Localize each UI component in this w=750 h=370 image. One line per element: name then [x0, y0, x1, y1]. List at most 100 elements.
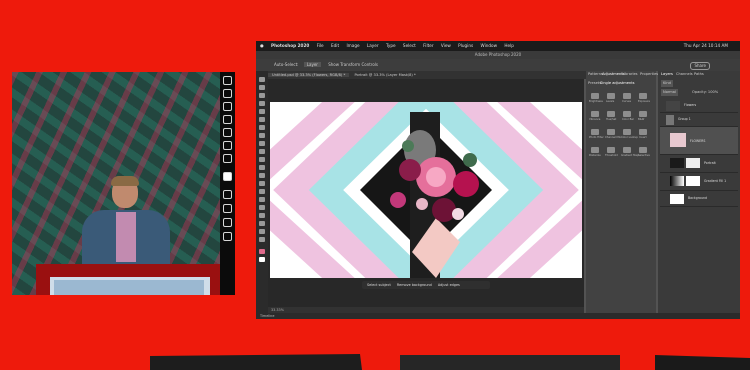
- frame-tool-icon[interactable]: [259, 117, 265, 122]
- apple-menu-icon[interactable]: ●: [260, 43, 264, 48]
- type-icon[interactable]: [223, 102, 232, 111]
- brush-icon[interactable]: [223, 76, 232, 85]
- layers-icon[interactable]: [223, 218, 232, 227]
- adjust-edges-button[interactable]: Adjust edges: [438, 283, 460, 287]
- menu-edit[interactable]: Edit: [331, 43, 339, 48]
- remove-background-button[interactable]: Remove background: [397, 283, 432, 287]
- color-lookup-icon[interactable]: [623, 129, 631, 135]
- menu-plugins[interactable]: Plugins: [458, 43, 473, 48]
- quick-select-tool-icon[interactable]: [259, 101, 265, 106]
- artwork-canvas[interactable]: [270, 102, 582, 278]
- color-balance-icon[interactable]: [623, 111, 631, 117]
- black-white-icon[interactable]: [639, 111, 647, 117]
- menu-layer[interactable]: Layer: [367, 43, 379, 48]
- share-button[interactable]: Share: [690, 62, 710, 70]
- layer-row[interactable]: Gradient Fill 1: [660, 173, 738, 191]
- opacity-field[interactable]: Opacity: 100%: [692, 89, 718, 96]
- gradient-tool-icon[interactable]: [259, 173, 265, 178]
- zoom-icon[interactable]: [223, 154, 232, 163]
- layer-row[interactable]: Portrait: [660, 155, 738, 173]
- path-icon[interactable]: [223, 115, 232, 124]
- rect-icon[interactable]: [223, 128, 232, 137]
- menu-app[interactable]: Photoshop 2020: [271, 43, 309, 48]
- levels-icon[interactable]: [607, 93, 615, 99]
- layer-row[interactable]: Flowers: [660, 99, 738, 113]
- flower-collage-artwork: [270, 102, 582, 278]
- eyedropper-tool-icon[interactable]: [259, 125, 265, 130]
- zoom-tool-icon[interactable]: [259, 237, 265, 242]
- vibrance-icon[interactable]: [591, 111, 599, 117]
- gradient-map-icon[interactable]: [623, 147, 631, 153]
- menu-help[interactable]: Help: [504, 43, 514, 48]
- hand-icon[interactable]: [223, 141, 232, 150]
- screen-mode-icon[interactable]: [223, 204, 232, 213]
- history-brush-tool-icon[interactable]: [259, 157, 265, 162]
- heal-tool-icon[interactable]: [259, 133, 265, 138]
- path-select-tool-icon[interactable]: [259, 213, 265, 218]
- adj-label: Threshold: [605, 154, 618, 157]
- menu-window[interactable]: Window: [481, 43, 498, 48]
- brush-tool-icon[interactable]: [259, 141, 265, 146]
- dodge-tool-icon[interactable]: [259, 189, 265, 194]
- auto-select-dropdown[interactable]: Layer: [303, 62, 321, 67]
- menu-file[interactable]: File: [317, 43, 324, 48]
- background-swatch-icon[interactable]: [259, 257, 265, 262]
- curves-icon[interactable]: [623, 93, 631, 99]
- tab-layers[interactable]: Layers: [661, 71, 673, 78]
- adjustments-panel: Patterns Adjustments Libraries Propertie…: [586, 71, 658, 313]
- threshold-icon[interactable]: [607, 147, 615, 153]
- tab-patterns[interactable]: Patterns: [588, 71, 603, 78]
- menu-type[interactable]: Type: [386, 43, 396, 48]
- channel-mixer-icon[interactable]: [607, 129, 615, 135]
- quick-mask-icon[interactable]: [223, 190, 232, 199]
- tab-properties[interactable]: Properties: [640, 71, 658, 78]
- pen-tool-icon[interactable]: [259, 197, 265, 202]
- hand-tool-icon[interactable]: [259, 229, 265, 234]
- select-subject-button[interactable]: Select subject: [367, 283, 391, 287]
- timeline-panel[interactable]: Timeline: [256, 313, 740, 319]
- tab-paths[interactable]: Paths: [694, 71, 704, 78]
- menu-select[interactable]: Select: [403, 43, 416, 48]
- menu-view[interactable]: View: [441, 43, 451, 48]
- tab-channels[interactable]: Channels: [676, 71, 693, 78]
- blend-mode-dropdown[interactable]: Normal: [661, 89, 679, 96]
- foreground-color-icon[interactable]: [223, 172, 232, 181]
- layer-row-selected[interactable]: FLOWERS: [660, 127, 738, 155]
- brightness-icon[interactable]: [591, 93, 599, 99]
- tab-libraries[interactable]: Libraries: [622, 71, 638, 78]
- selective-color-icon[interactable]: [639, 147, 647, 153]
- foreground-swatch-icon[interactable]: [259, 249, 265, 254]
- layer-row[interactable]: Group 1: [660, 113, 738, 127]
- stamp-tool-icon[interactable]: [259, 149, 265, 154]
- photoshop-window: ● Photoshop 2020 File Edit Image Layer T…: [256, 41, 740, 319]
- menu-image[interactable]: Image: [346, 43, 359, 48]
- layer-mask-thumbnail: [686, 158, 700, 168]
- layer-row[interactable]: Background: [660, 191, 738, 207]
- layer-name: Portrait: [704, 161, 716, 165]
- invert-icon[interactable]: [639, 129, 647, 135]
- menu-filter[interactable]: Filter: [423, 43, 433, 48]
- photo-filter-icon[interactable]: [591, 129, 599, 135]
- eraser-tool-icon[interactable]: [259, 165, 265, 170]
- folder-icon: [666, 115, 674, 125]
- settings-icon[interactable]: [223, 232, 232, 241]
- menu-bar: ● Photoshop 2020 File Edit Image Layer T…: [256, 41, 740, 51]
- posterize-icon[interactable]: [591, 147, 599, 153]
- hue-sat-icon[interactable]: [607, 111, 615, 117]
- layer-filter-dropdown[interactable]: Kind: [661, 80, 673, 87]
- spot-heal-icon[interactable]: [223, 89, 232, 98]
- blur-tool-icon[interactable]: [259, 181, 265, 186]
- tab-flowers[interactable]: Untitled.psd @ 33.3% (Flowers, RGB/8) *: [268, 73, 350, 77]
- zoom-level[interactable]: 33.33%: [271, 308, 284, 312]
- layer-thumbnail: [670, 194, 684, 204]
- subtab-single-adjustments[interactable]: Single adjustments: [600, 80, 635, 87]
- lasso-tool-icon[interactable]: [259, 93, 265, 98]
- crop-tool-icon[interactable]: [259, 109, 265, 114]
- shape-tool-icon[interactable]: [259, 221, 265, 226]
- tab-portrait[interactable]: Portrait @ 33.3% (Layer Mask/8) *: [350, 73, 419, 77]
- exposure-icon[interactable]: [639, 93, 647, 99]
- move-tool-icon[interactable]: [259, 77, 265, 82]
- marquee-tool-icon[interactable]: [259, 85, 265, 90]
- type-tool-icon[interactable]: [259, 205, 265, 210]
- show-transform-checkbox[interactable]: Show Transform Controls: [328, 62, 378, 67]
